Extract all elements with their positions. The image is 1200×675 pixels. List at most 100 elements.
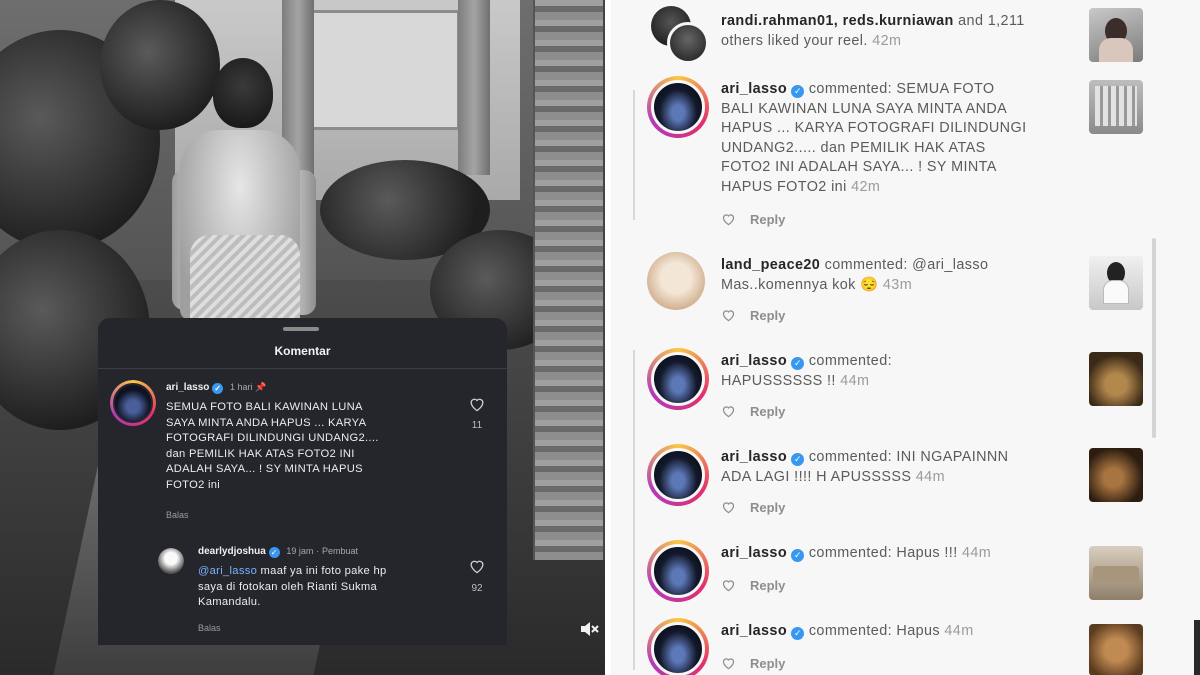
comment-line: @ari_lasso maaf ya ini foto pake hp <box>198 564 468 580</box>
heart-icon[interactable] <box>468 396 486 412</box>
comment-time: 19 jam <box>286 546 314 556</box>
comment-line: Kamandalu. <box>198 596 261 608</box>
speaker-muted-icon[interactable] <box>578 618 600 640</box>
avatar[interactable] <box>647 540 709 602</box>
notification-text: ari_lasso ✓ commented: HAPUSSSSSS !! 44m <box>721 352 1066 391</box>
avatar[interactable] <box>647 252 705 310</box>
reel-thumbnail[interactable] <box>1089 546 1143 600</box>
foliage <box>100 0 220 130</box>
reply-label[interactable]: Reply <box>750 578 785 593</box>
reply-button[interactable]: Reply <box>721 500 785 515</box>
notification-text-part: HAPUS FOTO2 ini <box>721 178 847 195</box>
heart-icon[interactable] <box>721 656 736 670</box>
comment-username-text[interactable]: ari_lasso <box>166 382 209 393</box>
notification-text-part: others liked your reel. <box>721 32 868 49</box>
comment-username[interactable]: dearlydjoshua ✓ 19 jam · Pembuat <box>198 546 358 558</box>
like-count: 92 <box>471 583 483 594</box>
heart-icon[interactable] <box>721 578 736 592</box>
heart-icon[interactable] <box>721 500 736 514</box>
comment-text: SEMUA FOTO BALI KAWINAN LUNA SAYA MINTA … <box>166 400 456 493</box>
figure-hair <box>213 58 273 128</box>
reply-label[interactable]: Reply <box>750 404 785 419</box>
comment-line: SEMUA FOTO BALI KAWINAN LUNA <box>166 401 363 413</box>
notification-text-part: Mas..komennya kok 😔 <box>721 276 879 293</box>
heart-icon[interactable] <box>721 212 736 226</box>
notification-time: 44m <box>840 372 870 389</box>
reply-label[interactable]: Reply <box>750 500 785 515</box>
notifications-panel: randi.rahman01, reds.kurniawan and 1,211… <box>611 0 1200 675</box>
reply-label[interactable]: Reply <box>750 212 785 227</box>
pin-icon: 📌 <box>255 382 267 392</box>
reply-label[interactable]: Reply <box>750 656 785 671</box>
comment-username[interactable]: ari_lasso ✓ 1 hari 📌 <box>166 382 266 394</box>
thread-line <box>633 90 635 220</box>
reel-thumbnail[interactable] <box>1089 256 1143 310</box>
verified-badge-icon: ✓ <box>791 453 805 466</box>
notification-text-part: FOTO2 INI ADALAH SAYA... ! SY MINTA <box>721 159 997 175</box>
sheet-title: Komentar <box>274 344 331 358</box>
notification-time: 43m <box>882 276 913 293</box>
reply-label[interactable]: Reply <box>750 308 785 323</box>
avatar[interactable] <box>667 22 709 64</box>
comment-line: ADALAH SAYA... ! SY MINTA HAPUS <box>166 463 363 475</box>
reply-button[interactable]: Reply <box>721 212 785 227</box>
notification-username[interactable]: ari_lasso <box>721 449 787 465</box>
comment-line: SAYA MINTA ANDA HAPUS ... KARYA <box>166 416 367 429</box>
reply-button[interactable]: Reply <box>721 578 785 593</box>
notification-username[interactable]: ari_lasso <box>721 353 787 369</box>
comment-line: FOTOGRAFI DILINDUNGI UNDANG2.... <box>166 432 379 444</box>
reel-thumbnail[interactable] <box>1089 624 1143 675</box>
reply-button[interactable]: Reply <box>721 308 785 323</box>
notification-text-part: commented: SEMUA FOTO <box>804 81 995 97</box>
notification-time: 42m <box>872 32 902 49</box>
stone-pillar <box>458 0 490 175</box>
sheet-drag-handle[interactable] <box>283 327 319 331</box>
edge-mark <box>1194 620 1200 675</box>
screenshot-collage: Komentar ari_lasso ✓ 1 hari 📌 SEMUA FOTO… <box>0 0 1200 675</box>
meta-separator: · <box>316 546 320 556</box>
reply-button[interactable]: Reply <box>721 656 785 671</box>
notification-text-part: HAPUSSSSSS !! <box>721 372 836 389</box>
reel-thumbnail[interactable] <box>1089 8 1143 62</box>
thread-line <box>633 350 635 670</box>
notification-username[interactable]: ari_lasso <box>721 81 787 97</box>
verified-badge-icon: ✓ <box>791 85 805 98</box>
notification-username[interactable]: land_peace20 <box>721 257 820 273</box>
heart-icon[interactable] <box>721 404 736 418</box>
avatar[interactable] <box>647 348 709 410</box>
reply-button[interactable]: Reply <box>721 404 785 419</box>
scrollbar[interactable] <box>1152 238 1156 438</box>
reply-button[interactable]: Balas <box>166 510 189 520</box>
comment-time: 1 hari <box>229 382 253 392</box>
comment-username-text[interactable]: dearlydjoshua <box>198 546 266 557</box>
mention-link[interactable]: @ari_lasso <box>198 565 257 577</box>
avatar[interactable] <box>110 380 156 426</box>
comment-text: @ari_lasso maaf ya ini foto pake hp saya… <box>198 564 468 611</box>
notification-time: 44m <box>915 468 945 485</box>
avatar[interactable] <box>647 76 709 138</box>
notification-text-part: ADA LAGI !!!! H APUSSSSS <box>721 468 912 485</box>
notification-text: ari_lasso ✓ commented: Hapus 44m <box>721 622 1066 642</box>
notification-users[interactable]: randi.rahman01, reds.kurniawan <box>721 13 954 29</box>
reel-thumbnail[interactable] <box>1089 352 1143 406</box>
notification-time: 42m <box>851 178 881 195</box>
divider <box>98 368 507 369</box>
notification-text-part: and 1,211 <box>953 13 1025 29</box>
reel-thumbnail[interactable] <box>1089 448 1143 502</box>
figure-dress <box>190 235 300 325</box>
avatar[interactable] <box>647 618 709 675</box>
notification-username[interactable]: ari_lasso <box>721 545 787 561</box>
reply-button[interactable]: Balas <box>198 623 221 633</box>
notification-text: land_peace20 commented: @ari_lasso Mas..… <box>721 256 1066 295</box>
avatar[interactable] <box>158 548 184 574</box>
avatar[interactable] <box>647 444 709 506</box>
reel-thumbnail[interactable] <box>1089 80 1143 134</box>
heart-icon[interactable] <box>468 558 486 574</box>
notification-text-part: HAPUS ... KARYA FOTOGRAFI DILINDUNGI <box>721 120 1027 136</box>
notification-time: 44m <box>944 623 974 639</box>
notification-text-part: UNDANG2..... dan PEMILIK HAK ATAS <box>721 139 986 156</box>
notification-username[interactable]: ari_lasso <box>721 623 787 639</box>
notification-time: 44m <box>962 545 992 561</box>
notification-text-part: BALI KAWINAN LUNA SAYA MINTA ANDA <box>721 100 1008 117</box>
heart-icon[interactable] <box>721 308 736 322</box>
